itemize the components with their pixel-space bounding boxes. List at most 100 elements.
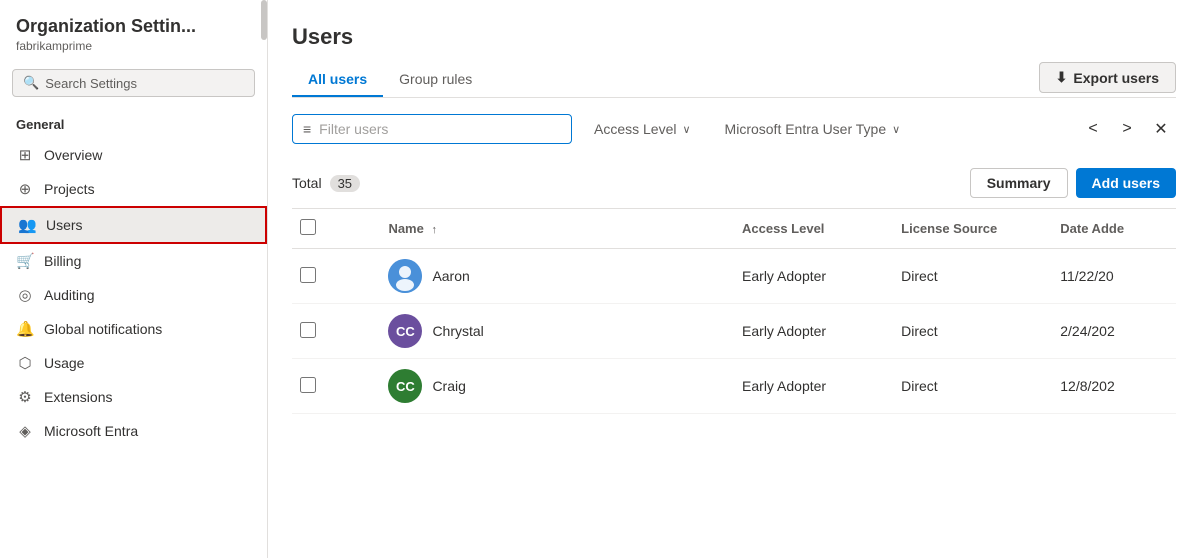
billing-icon: 🛒 [16,252,34,270]
row-checkbox[interactable] [300,267,316,283]
th-name[interactable]: Name ↑ [380,209,734,249]
scroll-indicator [261,0,267,40]
search-placeholder: Search Settings [45,76,137,91]
general-section-label: General [0,109,267,138]
close-filter-button[interactable]: ✕ [1146,114,1176,144]
sidebar-item-label: Projects [44,181,95,197]
usage-icon: ⬡ [16,354,34,372]
row-access-level: Early Adopter [734,359,893,414]
filter-icon: ≡ [303,121,311,137]
row-checkbox[interactable] [300,377,316,393]
tabs: All users Group rules [292,63,488,96]
access-level-dropdown[interactable]: Access Level ∨ [582,115,703,143]
chevron-down-icon: ∨ [682,123,690,136]
row-checkbox-cell [292,359,380,414]
sidebar-item-label: Auditing [44,287,95,303]
sidebar-item-label: Users [46,217,83,233]
add-users-button[interactable]: Add users [1076,168,1176,198]
tab-all-users[interactable]: All users [292,63,383,97]
sidebar-item-label: Extensions [44,389,112,405]
org-info: Organization Settin... fabrikamprime [0,0,267,61]
row-name-cell: CC Craig [380,359,734,414]
user-name: Craig [432,378,465,394]
export-label: Export users [1073,70,1159,86]
filter-input-wrapper[interactable]: ≡ [292,114,572,144]
sidebar-item-projects[interactable]: ⊕ Projects [0,172,267,206]
sidebar-item-label: Overview [44,147,102,163]
user-table: Name ↑ Access Level License Source Date … [292,209,1176,414]
user-row-name: CC Chrystal [388,314,726,348]
entra-user-type-dropdown[interactable]: Microsoft Entra User Type ∨ [713,115,913,143]
tabs-row: All users Group rules ⬇ Export users [292,62,1176,98]
user-name: Chrystal [432,323,483,339]
user-table-body: Aaron Early AdopterDirect11/22/20 CC Chr… [292,249,1176,414]
user-row-name: CC Craig [388,369,726,403]
sidebar-item-label: Usage [44,355,84,371]
filter-row: ≡ Access Level ∨ Microsoft Entra User Ty… [268,98,1200,160]
table-header-row: Name ↑ Access Level License Source Date … [292,209,1176,249]
row-access-level: Early Adopter [734,304,893,359]
table-row: CC Craig Early AdopterDirect12/8/202 [292,359,1176,414]
th-license-source: License Source [893,209,1052,249]
table-row: Aaron Early AdopterDirect11/22/20 [292,249,1176,304]
users-icon: 👥 [18,216,36,234]
sidebar-item-microsoft-entra[interactable]: ◈ Microsoft Entra [0,414,267,448]
tab-group-rules[interactable]: Group rules [383,63,488,97]
sidebar-item-auditing[interactable]: ◎ Auditing [0,278,267,312]
org-subtitle: fabrikamprime [16,39,251,53]
sidebar-item-users[interactable]: 👥 Users [0,206,267,244]
sidebar-item-label: Global notifications [44,321,162,337]
select-all-checkbox[interactable] [300,219,316,235]
sidebar-item-global-notifications[interactable]: 🔔 Global notifications [0,312,267,346]
sidebar-item-overview[interactable]: ⊞ Overview [0,138,267,172]
row-date-added: 11/22/20 [1052,249,1176,304]
avatar: CC [388,314,422,348]
projects-icon: ⊕ [16,180,34,198]
main-header: Users All users Group rules ⬇ Export use… [268,0,1200,98]
auditing-icon: ◎ [16,286,34,304]
sidebar-item-label: Billing [44,253,81,269]
summary-button[interactable]: Summary [970,168,1068,198]
total-label: Total [292,175,322,191]
row-date-added: 12/8/202 [1052,359,1176,414]
entra-user-type-label: Microsoft Entra User Type [725,121,887,137]
row-checkbox-cell [292,249,380,304]
row-date-added: 2/24/202 [1052,304,1176,359]
export-users-button[interactable]: ⬇ Export users [1039,62,1176,93]
filter-input[interactable] [319,121,519,137]
th-access-level: Access Level [734,209,893,249]
chevron-down-icon: ∨ [892,123,900,136]
th-date-added: Date Adde [1052,209,1176,249]
export-icon: ⬇ [1056,69,1068,86]
sidebar-item-usage[interactable]: ⬡ Usage [0,346,267,380]
sidebar-item-extensions[interactable]: ⚙ Extensions [0,380,267,414]
total-count: Total 35 [292,175,360,192]
row-checkbox[interactable] [300,322,316,338]
prev-button[interactable]: < [1078,114,1108,144]
user-row-name: Aaron [388,259,726,293]
total-badge: 35 [330,175,360,192]
search-settings[interactable]: 🔍 Search Settings [12,69,255,97]
sidebar-item-label: Microsoft Entra [44,423,138,439]
row-license-source: Direct [893,359,1052,414]
filter-nav-buttons: < > ✕ [1078,114,1176,144]
sidebar-item-billing[interactable]: 🛒 Billing [0,244,267,278]
row-name-cell: Aaron [380,249,734,304]
main-content: Users All users Group rules ⬇ Export use… [268,0,1200,558]
table-controls: Total 35 Summary Add users [292,160,1176,209]
row-license-source: Direct [893,249,1052,304]
table-action-buttons: Summary Add users [970,168,1176,198]
page-title: Users [292,24,1176,50]
avatar [388,259,422,293]
search-icon: 🔍 [23,75,39,91]
org-title: Organization Settin... [16,16,251,37]
th-select-all[interactable] [292,209,380,249]
next-button[interactable]: > [1112,114,1142,144]
access-level-label: Access Level [594,121,676,137]
row-license-source: Direct [893,304,1052,359]
row-checkbox-cell [292,304,380,359]
sort-icon: ↑ [431,224,437,236]
row-name-cell: CC Chrystal [380,304,734,359]
table-row: CC Chrystal Early AdopterDirect2/24/202 [292,304,1176,359]
overview-icon: ⊞ [16,146,34,164]
